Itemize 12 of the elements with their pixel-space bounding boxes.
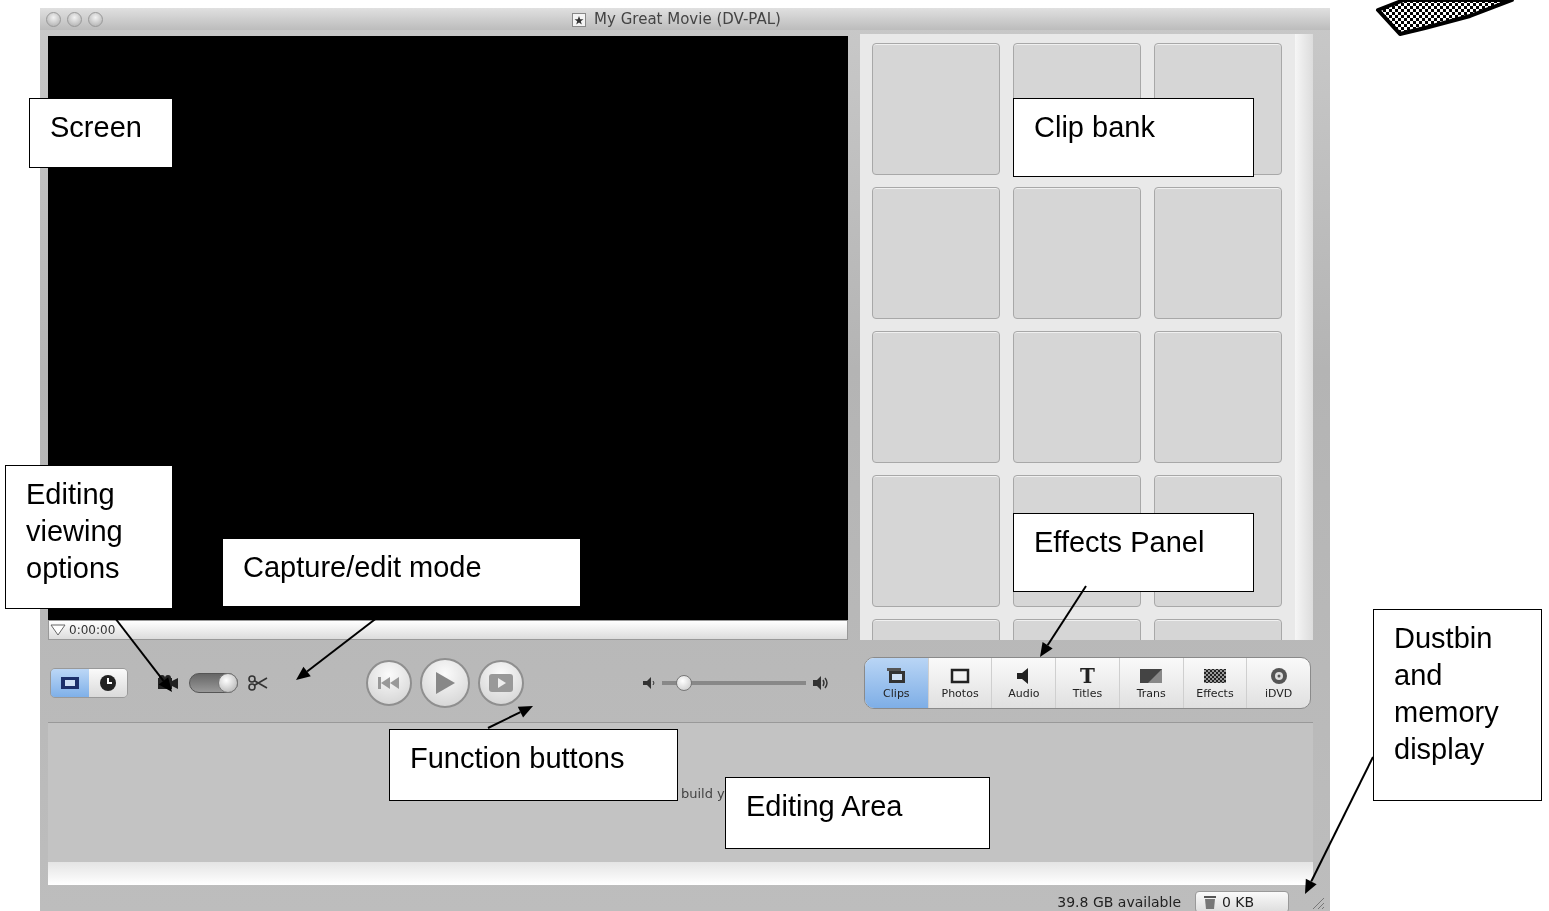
- timecode: 0:00:00: [69, 623, 116, 637]
- window-title: My Great Movie (DV-PAL): [594, 10, 781, 28]
- callout-tooltip: Function buttons: [389, 729, 678, 801]
- callout-tooltip: Dustbin and memory display: [1373, 609, 1542, 801]
- callout-tooltip: Effects Panel: [1013, 513, 1254, 592]
- callout-tooltip: Editing Area: [725, 777, 990, 849]
- disk-space-label: 39.8 GB available: [1057, 894, 1181, 910]
- callout-tooltip: Screen: [29, 98, 173, 168]
- callout-tooltip: Capture/edit mode: [222, 538, 581, 607]
- editing-hint: build y: [681, 786, 725, 801]
- callout-tooltip: Editing viewing options: [5, 465, 173, 609]
- callout-tooltip: Clip bank: [1013, 98, 1254, 177]
